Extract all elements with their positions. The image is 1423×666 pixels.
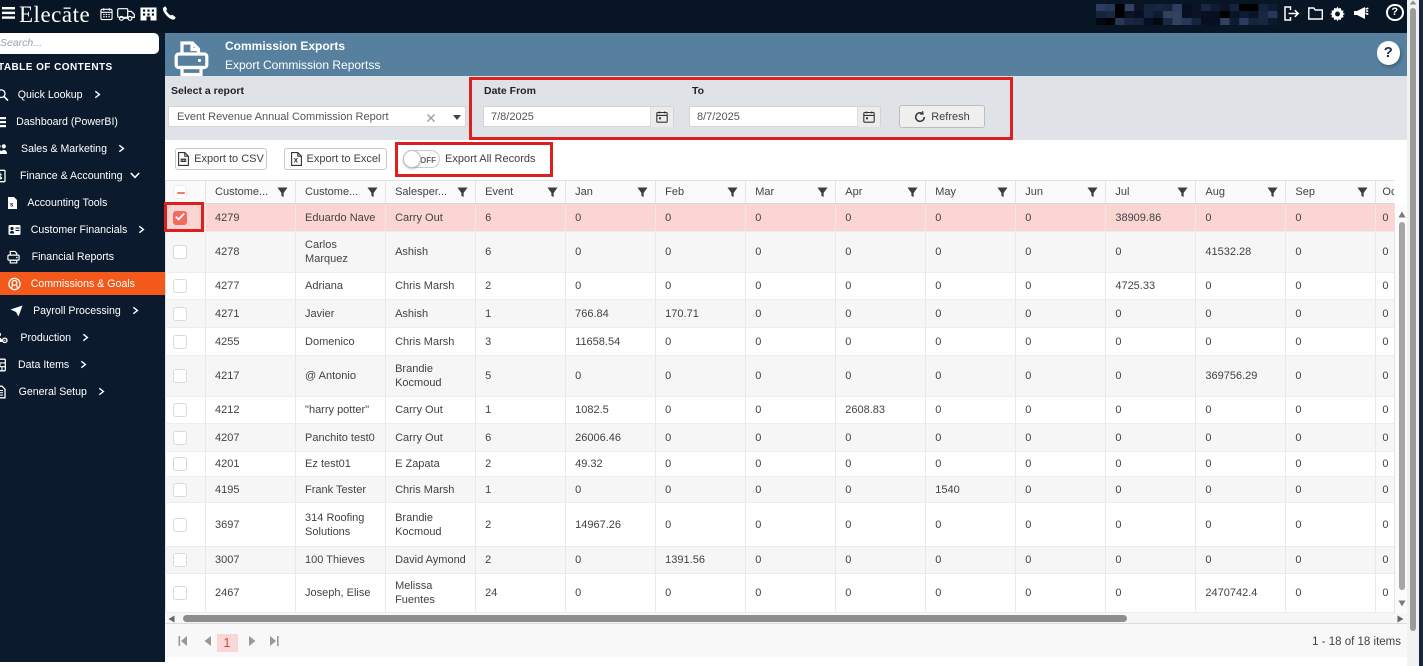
svg-text:x: x [293,156,298,165]
